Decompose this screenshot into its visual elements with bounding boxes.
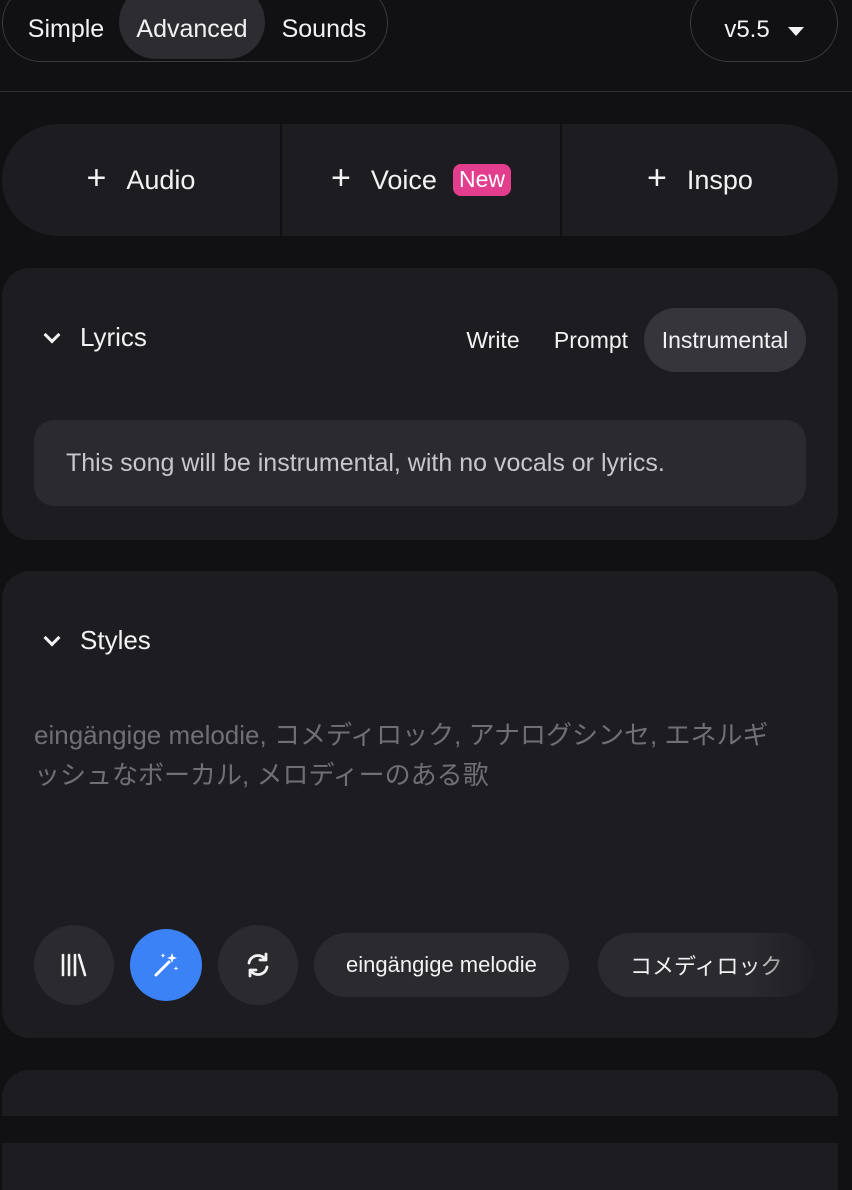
mode-sounds-button[interactable]: Sounds [265,0,383,59]
styles-placeholder-line: ッシュなボーカル, メロディーのある歌 [34,760,489,790]
mode-advanced-button[interactable]: Advanced [119,0,265,59]
caret-down-icon [787,26,804,36]
lyrics-card: Lyrics Write Prompt Instrumental This so… [2,268,838,540]
instrumental-message: This song will be instrumental, with no … [34,420,806,506]
tab-write[interactable]: Write [452,308,534,372]
version-select[interactable]: v5.5 [690,0,838,62]
add-inspo-label: Inspo [686,164,753,195]
version-label: v5.5 [724,16,770,43]
top-bar: Simple Advanced Sounds v5.5 [0,0,852,92]
add-voice-button[interactable]: + Voice New [282,124,560,236]
chevron-down-icon [43,326,61,343]
style-chip[interactable]: eingängige melodie [314,933,569,997]
chips-fade-overlay [748,921,838,1011]
styles-toggle[interactable]: Styles [42,625,151,656]
magic-wand-button[interactable] [130,929,202,1001]
styles-card: Styles eingängige melodie, コメディロック, アナログ… [2,571,838,1038]
library-icon [61,953,87,977]
plus-icon: + [331,159,351,197]
lyrics-title: Lyrics [80,322,147,352]
tab-prompt[interactable]: Prompt [540,308,642,372]
plus-icon: + [86,159,107,197]
mode-simple-button[interactable]: Simple [9,0,123,59]
plus-icon: + [647,159,667,197]
bottom-background [0,1116,852,1143]
styles-title: Styles [80,625,151,655]
tab-instrumental[interactable]: Instrumental [644,308,806,372]
styles-placeholder-line: eingängige melodie, コメディロック, アナログシンセ, エネ… [34,720,769,750]
new-badge: New [452,164,511,196]
magic-wand-icon [154,953,179,977]
refresh-icon [247,952,269,978]
add-audio-label: Audio [126,164,196,195]
add-source-row: + Audio + Voice New + Inspo [2,124,838,236]
add-voice-label: Voice [370,164,437,195]
add-audio-button[interactable]: + Audio [2,124,280,236]
chevron-down-icon [43,629,61,646]
add-inspo-button[interactable]: + Inspo [562,124,838,236]
shuffle-button[interactable] [218,925,298,1005]
lyrics-toggle[interactable]: Lyrics [42,322,147,353]
mode-switcher: Simple Advanced Sounds [2,0,388,62]
library-button[interactable] [34,925,114,1005]
styles-input[interactable]: eingängige melodie, コメディロック, アナログシンセ, エネ… [34,715,814,795]
